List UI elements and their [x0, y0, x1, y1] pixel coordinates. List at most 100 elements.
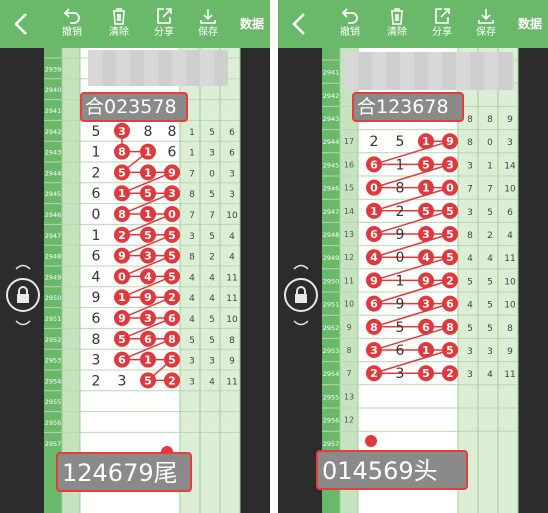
plain-digit: 5	[396, 320, 405, 336]
marked-digit: 3	[422, 228, 430, 241]
plain-digit: 6	[396, 343, 405, 359]
stat-value: 4	[189, 315, 195, 325]
stat-value: 3	[229, 169, 235, 179]
blurred-region	[88, 50, 228, 86]
marked-digit: 5	[422, 205, 430, 218]
sequence-number: 8	[346, 346, 351, 355]
stat-value: 3	[189, 357, 195, 367]
stat-value: 8	[189, 253, 195, 263]
marked-digit: 5	[446, 251, 454, 264]
period-number: 2951	[45, 315, 62, 323]
lock-icon	[17, 286, 29, 303]
marked-digit: 3	[370, 344, 378, 357]
marked-digit: 4	[422, 251, 430, 264]
stat-value: 4	[209, 294, 215, 304]
period-number: 2940	[45, 86, 62, 94]
marked-digit: 1	[370, 205, 378, 218]
marked-digit: 1	[144, 354, 152, 367]
stat-value: 3	[209, 149, 215, 159]
period-number: 2946	[45, 211, 62, 219]
stat-value: 5	[209, 190, 215, 200]
plain-digit: 1	[396, 157, 405, 173]
stat-value: 4	[507, 231, 513, 241]
marked-digit: 0	[370, 182, 378, 195]
marked-digit: 5	[168, 250, 176, 263]
stat-value: 5	[189, 336, 195, 346]
marked-digit: 3	[168, 187, 176, 200]
period-number: 2955	[323, 393, 340, 401]
marked-digit: 5	[446, 228, 454, 241]
screen-lock-control[interactable]	[6, 262, 40, 332]
sequence-number: 7	[346, 369, 351, 378]
marked-digit: 9	[144, 291, 152, 304]
marked-digit: 4	[144, 270, 152, 283]
stat-value: 5	[487, 208, 493, 218]
marked-digit: 3	[144, 250, 152, 263]
stat-value: 8	[487, 115, 493, 125]
period-number: 2943	[323, 115, 340, 123]
stat-value: 9	[507, 347, 513, 357]
marked-digit: 5	[168, 354, 176, 367]
marked-digit: 5	[446, 344, 454, 357]
marked-digit: 0	[118, 270, 126, 283]
stat-value: 11	[226, 294, 237, 304]
marked-digit: 1	[422, 344, 430, 357]
marked-digit: 9	[446, 135, 454, 148]
chevron-down-icon	[293, 320, 309, 326]
marked-digit: 1	[144, 146, 152, 159]
period-number: 2942	[323, 92, 340, 100]
stat-value: 6	[507, 208, 513, 218]
marked-digit: 2	[118, 229, 126, 242]
marked-digit: 2	[168, 291, 176, 304]
marked-digit: 6	[370, 298, 378, 311]
marked-digit: 0	[168, 208, 176, 221]
stat-value: 4	[467, 254, 473, 264]
period-number: 2943	[45, 149, 62, 157]
stat-value: 8	[467, 115, 473, 125]
marked-digit: 8	[370, 321, 378, 334]
stat-value: 10	[504, 301, 516, 311]
stat-value: 3	[189, 377, 195, 387]
head-note-bottom: 014569头	[316, 450, 468, 490]
plain-digit: 4	[92, 269, 101, 285]
plain-digit: 8	[144, 124, 153, 140]
stat-value: 1	[189, 149, 195, 159]
chevron-down-icon	[15, 320, 31, 326]
marked-digit: 8	[168, 333, 176, 346]
plain-digit: 1	[396, 273, 405, 289]
stat-value: 10	[504, 277, 516, 287]
stat-value: 10	[504, 185, 516, 195]
marked-digit: 2	[446, 367, 454, 380]
marked-digit: 5	[144, 229, 152, 242]
stat-value: 8	[229, 336, 235, 346]
stat-value: 0	[209, 169, 215, 179]
stat-value: 4	[189, 273, 195, 283]
period-number: 2954	[45, 377, 62, 385]
period-number: 2947	[323, 208, 340, 216]
period-number: 2952	[323, 324, 340, 332]
period-number: 2953	[323, 347, 340, 355]
marked-digit: 3	[446, 158, 454, 171]
screen-lock-control[interactable]	[284, 262, 318, 332]
marked-digit: 5	[422, 158, 430, 171]
marked-digit: 5	[118, 333, 126, 346]
period-number: 2947	[45, 232, 62, 240]
marked-digit: 5	[144, 374, 152, 387]
stat-value: 3	[189, 232, 195, 242]
stat-value: 3	[467, 370, 473, 380]
tail-note-bottom: 124679尾	[56, 452, 192, 492]
plain-digit: 9	[92, 290, 101, 306]
stat-value: 4	[487, 370, 493, 380]
stat-value: 9	[507, 115, 513, 125]
period-number: 2941	[323, 69, 340, 77]
marked-digit: 2	[370, 367, 378, 380]
trend-end-dot	[365, 435, 377, 447]
period-number: 2941	[45, 107, 62, 115]
stat-value: 4	[467, 301, 473, 311]
marked-digit: 9	[422, 274, 430, 287]
stat-value: 9	[229, 357, 235, 367]
period-number: 2950	[323, 277, 340, 285]
stat-value: 3	[229, 190, 235, 200]
stat-value: 5	[467, 277, 473, 287]
stat-value: 10	[226, 315, 238, 325]
